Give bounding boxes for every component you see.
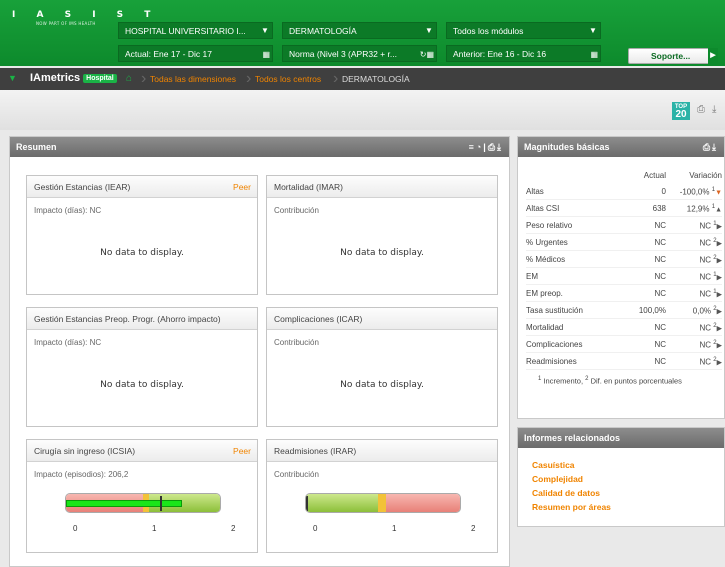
- refresh-calendar-icon: ↻▦: [419, 50, 434, 59]
- informes-header: Informes relacionados: [518, 428, 724, 448]
- home-icon[interactable]: ⌂: [126, 73, 132, 84]
- card-icar: Complicaciones (ICAR) Contribución No da…: [266, 307, 498, 427]
- modules-select[interactable]: Todos los módulos ▼: [446, 22, 601, 39]
- breadcrumb-bar: ▼ IAmetrics Hospital ⌂ › Todas las dimens…: [0, 68, 725, 90]
- brand: IAmetrics Hospital: [30, 72, 117, 84]
- peer-link[interactable]: Peer: [233, 440, 251, 462]
- calendar-icon: ▦: [262, 50, 270, 59]
- link-resumen-areas[interactable]: Resumen por áreas: [532, 502, 724, 512]
- menu-toggle-icon[interactable]: ▼: [8, 73, 17, 83]
- table-row: Peso relativo NC NC 1▶: [526, 217, 722, 234]
- table-row: % Médicos NC NC 2▶: [526, 251, 722, 268]
- trend-icon: ▶: [716, 342, 722, 350]
- table-row: EM NC NC 1▶: [526, 268, 722, 285]
- link-casuistica[interactable]: Casuística: [532, 460, 724, 470]
- gauge-marker: [159, 496, 162, 511]
- chart-icon[interactable]: ◔: [476, 142, 483, 152]
- table-row: Tasa sustitución 100,0% 0,0% 2▶: [526, 302, 722, 319]
- export-icon[interactable]: ⤓: [497, 142, 503, 152]
- link-calidad[interactable]: Calidad de datos: [532, 488, 724, 498]
- top-bar: I A S I S T NOW PART OF IMS HEALTH HOSPI…: [0, 0, 725, 66]
- table-row: Complicaciones NC NC 2▶: [526, 336, 722, 353]
- hospital-badge: Hospital: [83, 73, 117, 83]
- informes-links: Casuística Complejidad Calidad de datos …: [532, 460, 724, 512]
- link-complejidad[interactable]: Complejidad: [532, 474, 724, 484]
- chevron-down-icon: ▼: [425, 26, 433, 35]
- export-icon[interactable]: ⤓: [712, 142, 718, 152]
- resumen-panel: Resumen ≡◔|⎙⤓ Gestión Estancias (IEAR) Pe…: [9, 136, 510, 567]
- toolbar: TOP 20 ⎙ ⤓: [0, 90, 725, 130]
- gauge-irar: [305, 493, 461, 513]
- card-imar: Mortalidad (IMAR) Contribución No data t…: [266, 175, 498, 295]
- export-icon[interactable]: ⤓: [712, 104, 724, 116]
- print-icon[interactable]: ⎙: [703, 142, 712, 152]
- card-icsia: Cirugía sin ingreso (ICSIA) Peer Impacto …: [26, 439, 258, 553]
- card-preop: Gestión Estancias Preop. Progr. (Ahorro …: [26, 307, 258, 427]
- card-iear: Gestión Estancias (IEAR) Peer Impacto (dí…: [26, 175, 258, 295]
- norma-select[interactable]: Norma (Nivel 3 (APR32 + r... ↻▦: [282, 45, 437, 62]
- informes-panel: Informes relacionados Casuística Complej…: [517, 427, 725, 527]
- card-irar: Readmisiones (IRAR) Contribución 0 1 2: [266, 439, 498, 553]
- chevron-down-icon: ▼: [589, 26, 597, 35]
- list-icon[interactable]: ≡: [469, 142, 476, 152]
- trend-icon: ▲: [715, 206, 722, 214]
- support-button[interactable]: Soporte... ▶: [628, 48, 718, 64]
- top20-button[interactable]: TOP 20: [672, 102, 690, 120]
- table-row: Altas CSI 638 12,9% 1▲: [526, 200, 722, 217]
- trend-icon: ▶: [716, 359, 722, 367]
- breadcrumb-dimensions[interactable]: Todas las dimensiones: [150, 74, 236, 84]
- resumen-header: Resumen ≡◔|⎙⤓: [10, 137, 509, 157]
- magnitudes-panel: Magnitudes básicas ⎙⤓ Actual Variación A…: [517, 136, 725, 419]
- calendar-icon: ▦: [590, 50, 598, 59]
- breadcrumb-centers[interactable]: Todos los centros: [255, 74, 321, 84]
- arrow-right-icon: ▶: [708, 48, 718, 64]
- table-row: Mortalidad NC NC 2▶: [526, 319, 722, 336]
- trend-icon: ▶: [716, 223, 722, 231]
- table-row: Readmisiones NC NC 2▶: [526, 353, 722, 370]
- service-select[interactable]: DERMATOLOGÍA ▼: [282, 22, 437, 39]
- gauge-value-bar: [66, 500, 182, 507]
- trend-icon: ▶: [716, 291, 722, 299]
- peer-link[interactable]: Peer: [233, 176, 251, 198]
- table-row: % Urgentes NC NC 2▶: [526, 234, 722, 251]
- trend-icon: ▶: [716, 240, 722, 248]
- period-actual-select[interactable]: Actual: Ene 17 - Dic 17 ▦: [118, 45, 273, 62]
- print-icon[interactable]: ⎙: [697, 104, 709, 116]
- chevron-down-icon: ▼: [261, 26, 269, 35]
- trend-icon: ▶: [716, 308, 722, 316]
- gauge-marker: [306, 496, 308, 511]
- trend-icon: ▼: [715, 189, 722, 197]
- table-row: EM preop. NC NC 1▶: [526, 285, 722, 302]
- trend-icon: ▶: [716, 274, 722, 282]
- breadcrumb-current: DERMATOLOGÍA: [342, 74, 410, 84]
- trend-icon: ▶: [716, 325, 722, 333]
- magnitudes-table: Actual Variación Altas 0 -100,0% 1▼ Altas C…: [526, 171, 722, 386]
- table-row: Altas 0 -100,0% 1▼: [526, 183, 722, 200]
- trend-icon: ▶: [716, 257, 722, 265]
- gauge-icsia: [65, 493, 221, 513]
- period-anterior-select[interactable]: Anterior: Ene 16 - Dic 16 ▦: [446, 45, 601, 62]
- magnitudes-footnote: 1 Incremento, 2 Dif. en puntos porcentua…: [538, 376, 682, 386]
- print-icon[interactable]: ⎙: [488, 142, 497, 152]
- magnitudes-header: Magnitudes básicas ⎙⤓: [518, 137, 724, 157]
- hospital-select[interactable]: HOSPITAL UNIVERSITARIO I... ▼: [118, 22, 273, 39]
